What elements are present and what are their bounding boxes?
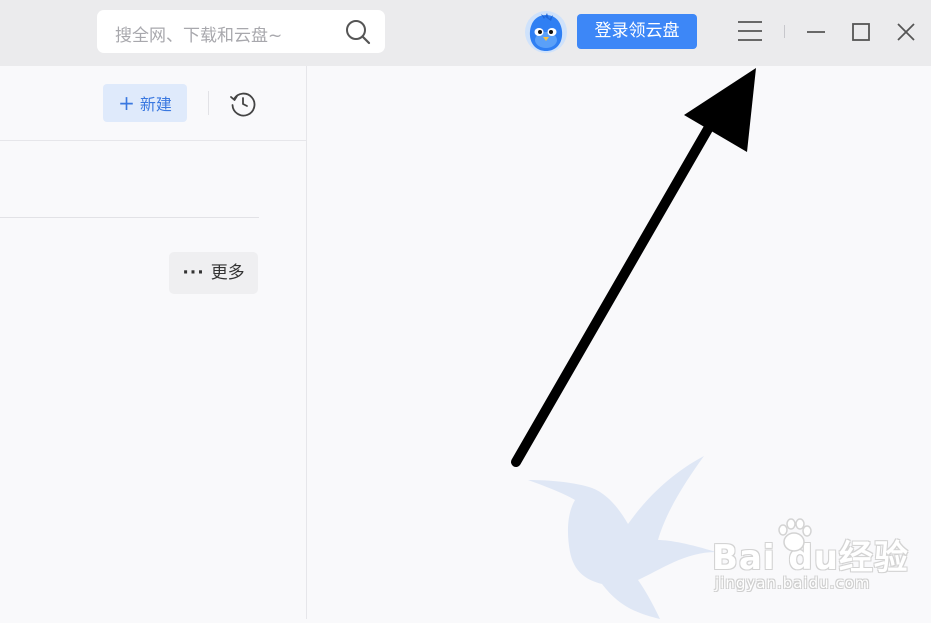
paw-icon (774, 516, 814, 560)
watermark-url: jingyan.baidu.com (715, 574, 871, 592)
baidu-watermark: Bai du经验 jingyan.baidu.com (712, 518, 909, 592)
